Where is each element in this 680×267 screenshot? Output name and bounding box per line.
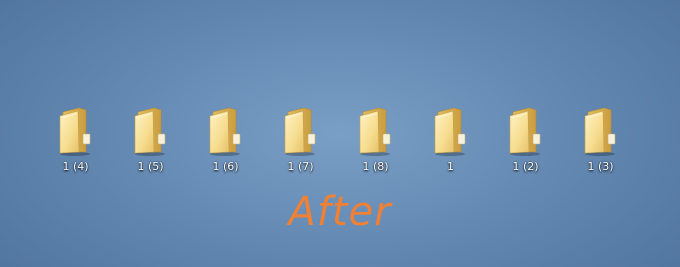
folder-label: 1 (5) [137, 160, 164, 173]
folder-label: 1 (4) [62, 160, 89, 173]
folder-label: 1 (6) [212, 160, 239, 173]
folder-icon [133, 107, 167, 157]
folder-icon [358, 107, 392, 157]
desktop-folder-item[interactable]: 1 (3) [563, 103, 638, 183]
desktop-folder-item[interactable]: 1 (5) [113, 103, 188, 183]
desktop-folder-item[interactable]: 1 (2) [488, 103, 563, 183]
desktop-folder-item[interactable]: 1 (4) [38, 103, 113, 183]
folder-label: 1 (7) [287, 160, 314, 173]
desktop-folder-item[interactable]: 1 (7) [263, 103, 338, 183]
desktop-folder-item[interactable]: 1 (8) [338, 103, 413, 183]
folder-label: 1 (3) [587, 160, 614, 173]
folder-icon [58, 107, 92, 157]
desktop: 1 (4) 1 (5) 1 (6) 1 (7) 1 (8) 1 1 (2) 1 (3) Aft… [0, 0, 680, 267]
folder-icon [508, 107, 542, 157]
desktop-folder-item[interactable]: 1 (6) [188, 103, 263, 183]
folder-label: 1 [447, 160, 454, 173]
folder-icon [433, 107, 467, 157]
folder-label: 1 (2) [512, 160, 539, 173]
folder-icon [283, 107, 317, 157]
desktop-folder-item[interactable]: 1 [413, 103, 488, 183]
folder-icon [583, 107, 617, 157]
desktop-icon-grid: 1 (4) 1 (5) 1 (6) 1 (7) 1 (8) 1 1 (2) 1 (3) [38, 103, 638, 183]
caption-text: After [288, 189, 392, 235]
folder-icon [208, 107, 242, 157]
folder-label: 1 (8) [362, 160, 389, 173]
